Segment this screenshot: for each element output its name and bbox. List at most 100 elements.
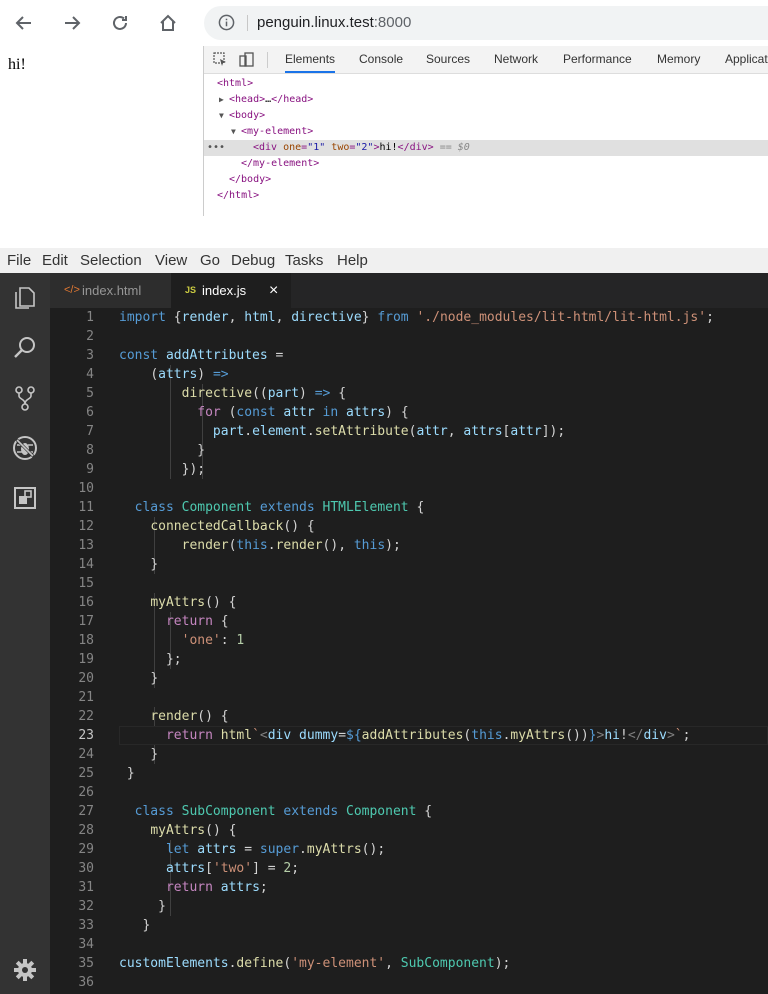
info-icon[interactable]: [218, 14, 235, 36]
menu-help[interactable]: Help: [337, 248, 368, 273]
home-button[interactable]: [153, 8, 183, 38]
home-icon: [160, 14, 176, 31]
line-number: 25: [78, 766, 94, 781]
tab-elements[interactable]: Elements: [285, 46, 336, 73]
code-line[interactable]: attrs['two'] = 2;: [119, 859, 299, 878]
search-icon[interactable]: [12, 335, 38, 361]
code-line[interactable]: };: [119, 650, 182, 669]
inspect-element-icon[interactable]: [213, 52, 228, 72]
code-line[interactable]: }: [119, 897, 166, 916]
code-line[interactable]: connectedCallback() {: [119, 517, 314, 536]
code-editor[interactable]: 1 import {render, html, directive} from '…: [50, 308, 768, 994]
code-line[interactable]: customElements.define('my-element', SubC…: [119, 954, 510, 973]
expand-toggle-icon[interactable]: ▼: [231, 124, 241, 140]
line-number: 13: [78, 538, 94, 553]
devtools-tab-bar: Elements Console Sources Network Perform…: [204, 46, 768, 74]
tab-network[interactable]: Network: [494, 46, 538, 73]
line-number: 4: [86, 367, 94, 382]
dom-node[interactable]: ▼ <my-element>: [204, 124, 768, 140]
back-button[interactable]: [9, 8, 39, 38]
menu-file[interactable]: File: [7, 248, 31, 273]
code-line[interactable]: render(this.render(), this);: [119, 536, 401, 555]
menu-debug[interactable]: Debug: [231, 248, 275, 273]
code-line[interactable]: }: [119, 441, 205, 460]
tab-console[interactable]: Console: [359, 46, 403, 73]
line-number: 15: [78, 576, 94, 591]
code-line[interactable]: }: [119, 916, 150, 935]
menu-tasks[interactable]: Tasks: [285, 248, 323, 273]
reload-icon: [113, 15, 127, 30]
arrow-left-icon: [15, 16, 31, 30]
code-line[interactable]: for (const attr in attrs) {: [119, 403, 408, 422]
code-line[interactable]: }: [119, 555, 158, 574]
code-line[interactable]: }: [119, 745, 158, 764]
tab-index-html[interactable]: </> index.html: [50, 273, 171, 308]
browser-toolbar: penguin.linux.test:8000: [0, 0, 768, 46]
address-divider: [247, 15, 248, 31]
tab-sources[interactable]: Sources: [426, 46, 470, 73]
code-line[interactable]: class SubComponent extends Component {: [119, 802, 432, 821]
close-icon[interactable]: ×: [269, 273, 278, 308]
tab-application[interactable]: Applicat: [725, 46, 768, 73]
expand-toggle-icon[interactable]: ▶: [219, 92, 229, 108]
dom-node[interactable]: </html>: [204, 188, 768, 204]
line-number: 2: [86, 329, 94, 344]
tab-performance[interactable]: Performance: [563, 46, 632, 73]
menu-view[interactable]: View: [155, 248, 187, 273]
url-host: penguin.linux.test: [257, 14, 374, 31]
expand-toggle-icon[interactable]: ▼: [219, 108, 229, 124]
code-line[interactable]: const addAttributes =: [119, 346, 283, 365]
devtools-divider: [267, 52, 268, 68]
html-file-icon: </>: [64, 284, 80, 296]
dom-node[interactable]: <html>: [204, 76, 768, 92]
code-line[interactable]: render() {: [119, 707, 228, 726]
line-number: 1: [86, 310, 94, 325]
tab-index-js[interactable]: JS index.js ×: [171, 273, 291, 308]
dom-node[interactable]: ▼ <body>: [204, 108, 768, 124]
code-line[interactable]: import {render, html, directive} from '.…: [119, 308, 714, 327]
address-bar[interactable]: penguin.linux.test:8000: [204, 6, 768, 40]
code-line[interactable]: 'one': 1: [119, 631, 245, 650]
menu-go[interactable]: Go: [200, 248, 220, 273]
line-number: 34: [78, 937, 94, 952]
line-number: 27: [78, 804, 94, 819]
settings-gear-icon[interactable]: [12, 957, 38, 983]
line-number: 6: [86, 405, 94, 420]
dom-node[interactable]: ••• <div one="1" two="2">hi!</div> == $0: [204, 140, 768, 156]
reload-button[interactable]: [105, 8, 135, 38]
code-line[interactable]: return attrs;: [119, 878, 268, 897]
url-text[interactable]: penguin.linux.test:8000: [257, 14, 411, 31]
code-line[interactable]: myAttrs() {: [119, 821, 236, 840]
dom-node[interactable]: </body>: [204, 172, 768, 188]
code-line[interactable]: }: [119, 764, 135, 783]
debug-icon[interactable]: [12, 435, 38, 461]
tab-memory[interactable]: Memory: [657, 46, 700, 73]
dom-node[interactable]: </my-element>: [204, 156, 768, 172]
device-toolbar-icon[interactable]: [239, 52, 255, 73]
forward-button[interactable]: [57, 8, 87, 38]
editor-menubar: File Edit Selection View Go Debug Tasks Help: [0, 248, 768, 273]
extensions-icon[interactable]: [12, 485, 38, 511]
code-line[interactable]: (attrs) =>: [119, 365, 228, 384]
source-control-icon[interactable]: [12, 385, 38, 411]
code-line[interactable]: directive((part) => {: [119, 384, 346, 403]
code-line[interactable]: }: [119, 669, 158, 688]
code-line[interactable]: return html`<div dummy=${addAttributes(t…: [119, 726, 690, 745]
line-number: 7: [86, 424, 94, 439]
menu-edit[interactable]: Edit: [42, 248, 68, 273]
window-gap: [0, 216, 768, 248]
code-line[interactable]: return {: [119, 612, 229, 631]
code-line[interactable]: class Component extends HTMLElement {: [119, 498, 425, 517]
more-icon[interactable]: •••: [207, 140, 225, 156]
line-number: 8: [86, 443, 94, 458]
code-line[interactable]: part.element.setAttribute(attr, attrs[at…: [119, 422, 565, 441]
line-number: 11: [78, 500, 94, 515]
menu-selection[interactable]: Selection: [80, 248, 142, 273]
code-line[interactable]: let attrs = super.myAttrs();: [119, 840, 385, 859]
line-number: 14: [78, 557, 94, 572]
code-line[interactable]: });: [119, 460, 205, 479]
explorer-icon[interactable]: [12, 285, 38, 311]
code-line[interactable]: myAttrs() {: [119, 593, 236, 612]
line-number: 29: [78, 842, 94, 857]
dom-node[interactable]: ▶ <head>…</head>: [204, 92, 768, 108]
